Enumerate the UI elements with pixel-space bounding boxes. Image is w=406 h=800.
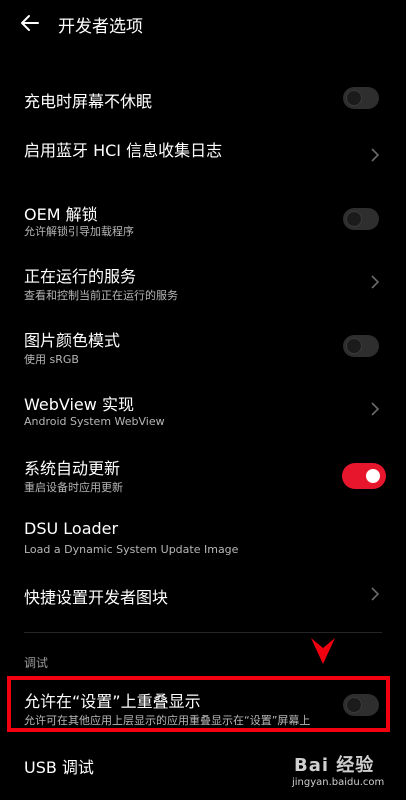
- toggle-knob: [346, 211, 362, 227]
- setting-bluetooth-hci-log[interactable]: 启用蓝牙 HCI 信息收集日志: [0, 128, 406, 186]
- watermark-domain: jingyan.baidu.com: [292, 777, 385, 788]
- setting-label: 正在运行的服务: [24, 267, 137, 286]
- setting-label: WebView 实现: [24, 395, 134, 414]
- setting-webview-implementation[interactable]: WebView 实现 Android System WebView: [0, 382, 406, 444]
- baidu-jingyan-watermark: Bai 经验 jingyan.baidu.com: [284, 751, 394, 795]
- back-arrow-icon[interactable]: [20, 13, 40, 33]
- watermark-brand: Bai 经验: [294, 755, 375, 776]
- setting-summary: 允许解锁引导加载程序: [24, 225, 134, 238]
- stay-awake-toggle[interactable]: [343, 87, 379, 109]
- setting-dsu-loader[interactable]: DSU Loader Load a Dynamic System Update …: [0, 510, 406, 572]
- setting-picture-color-mode[interactable]: 图片颜色模式 使用 sRGB: [0, 318, 406, 380]
- oem-unlock-toggle[interactable]: [343, 208, 379, 230]
- setting-oem-unlock[interactable]: OEM 解锁 允许解锁引导加载程序: [0, 190, 406, 252]
- color-mode-toggle[interactable]: [343, 335, 379, 357]
- setting-stay-awake[interactable]: 充电时屏幕不休眠: [0, 70, 406, 128]
- setting-summary: 重启设备时应用更新: [24, 481, 123, 494]
- setting-label: DSU Loader: [24, 519, 119, 538]
- section-header-debugging: 调试: [24, 656, 49, 670]
- chevron-right-icon: [371, 402, 380, 416]
- setting-label: 图片颜色模式: [24, 331, 121, 350]
- setting-label: 快捷设置开发者图块: [24, 588, 169, 607]
- setting-label: USB 调试: [24, 758, 94, 777]
- top-app-bar: 开发者选项: [0, 0, 406, 48]
- setting-auto-system-update[interactable]: 系统自动更新 重启设备时应用更新: [0, 446, 406, 508]
- page-title: 开发者选项: [58, 17, 143, 37]
- toggle-knob: [346, 338, 362, 354]
- chevron-right-icon: [371, 275, 380, 289]
- section-divider: [24, 632, 382, 633]
- annotation-arrow-icon: [311, 638, 335, 664]
- chevron-right-icon: [371, 148, 380, 162]
- setting-label: 系统自动更新: [24, 459, 121, 478]
- setting-summary: 使用 sRGB: [24, 353, 79, 366]
- setting-running-services[interactable]: 正在运行的服务 查看和控制当前正在运行的服务: [0, 254, 406, 316]
- setting-label: 充电时屏幕不休眠: [24, 92, 153, 111]
- setting-label: OEM 解锁: [24, 205, 98, 224]
- chevron-right-icon: [371, 587, 380, 601]
- setting-summary: 查看和控制当前正在运行的服务: [24, 289, 178, 302]
- setting-quick-settings-tiles[interactable]: 快捷设置开发者图块: [0, 574, 406, 618]
- auto-update-toggle[interactable]: [342, 463, 386, 489]
- toggle-knob: [366, 469, 380, 483]
- setting-summary: Load a Dynamic System Update Image: [24, 543, 239, 556]
- toggle-knob: [346, 90, 362, 106]
- setting-summary: Android System WebView: [24, 415, 165, 428]
- highlight-box: [7, 676, 390, 732]
- setting-label: 启用蓝牙 HCI 信息收集日志: [24, 141, 223, 160]
